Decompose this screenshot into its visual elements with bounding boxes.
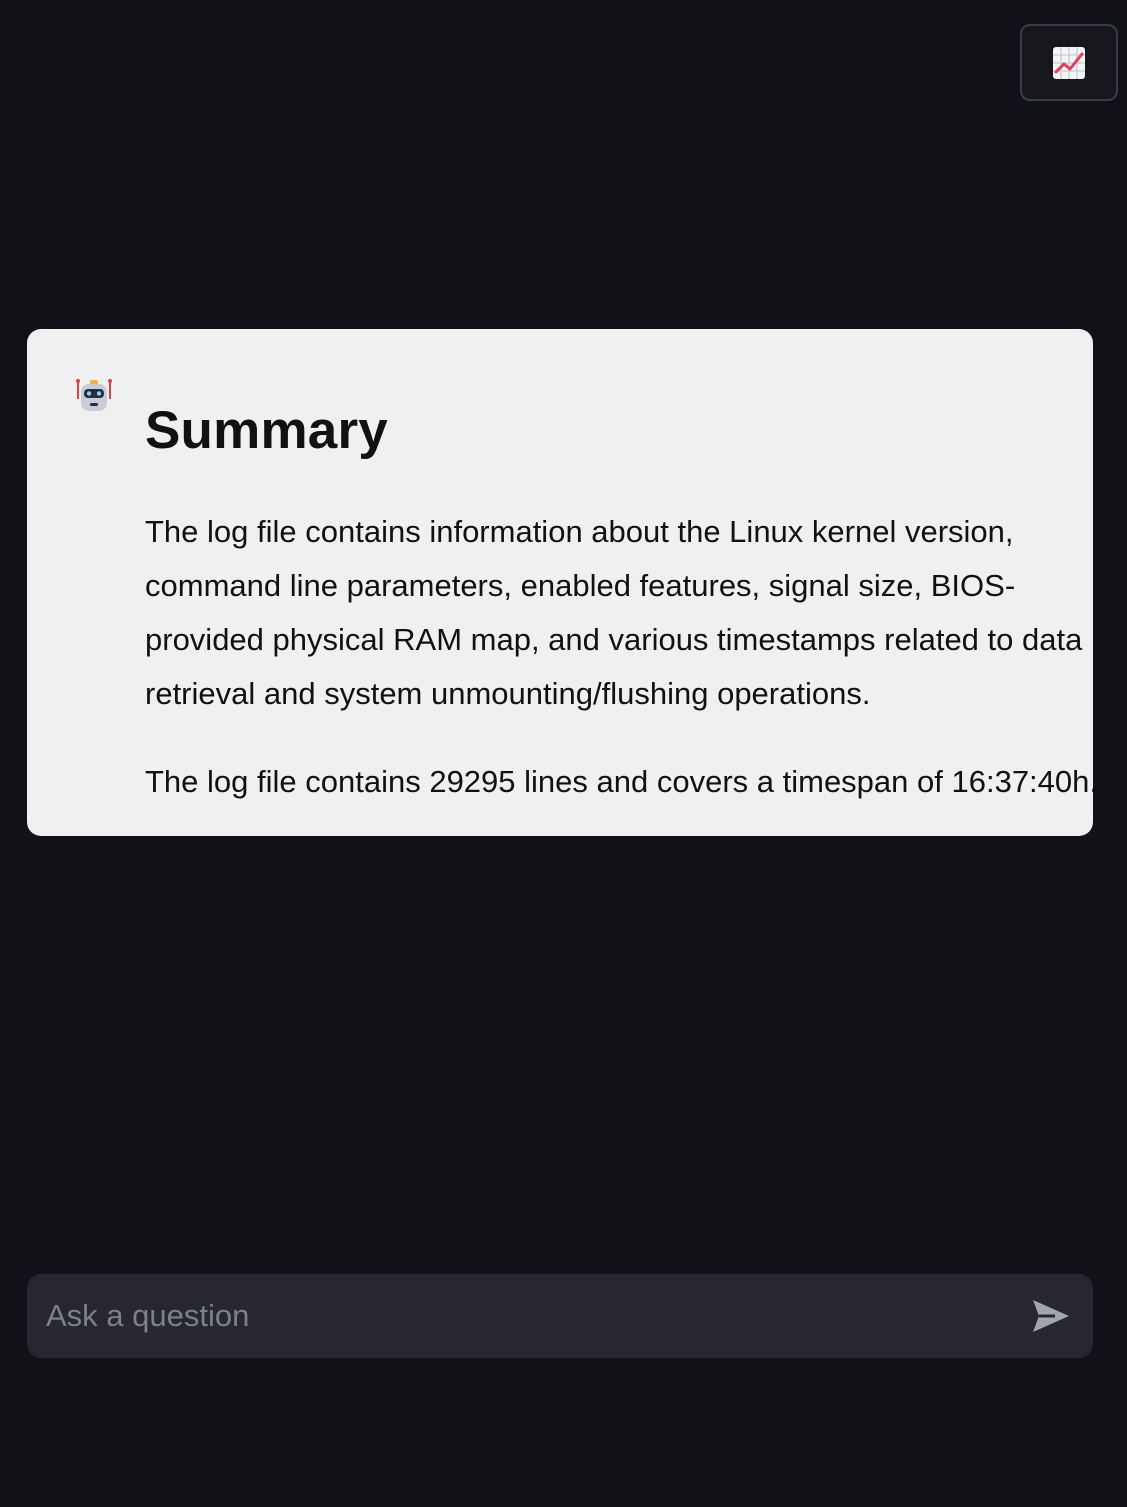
message-title: Summary: [145, 401, 388, 460]
chart-button[interactable]: [1020, 24, 1118, 101]
message-body: Summary The log file contains informatio…: [145, 391, 1093, 809]
chart-increasing-icon: [1053, 46, 1085, 79]
message-paragraph: The log file contains 29295 lines and co…: [145, 764, 1093, 799]
robot-icon: [76, 379, 112, 411]
app-page: Summary The log file contains informatio…: [0, 0, 1127, 1507]
assistant-chat-message: Summary The log file contains informatio…: [27, 329, 1093, 836]
chat-input-container: [27, 1274, 1093, 1358]
message-paragraph: The log file contains information about …: [145, 514, 1083, 711]
chat-input[interactable]: [27, 1274, 1009, 1358]
send-button[interactable]: [1009, 1274, 1093, 1358]
send-icon: [1033, 1300, 1069, 1332]
